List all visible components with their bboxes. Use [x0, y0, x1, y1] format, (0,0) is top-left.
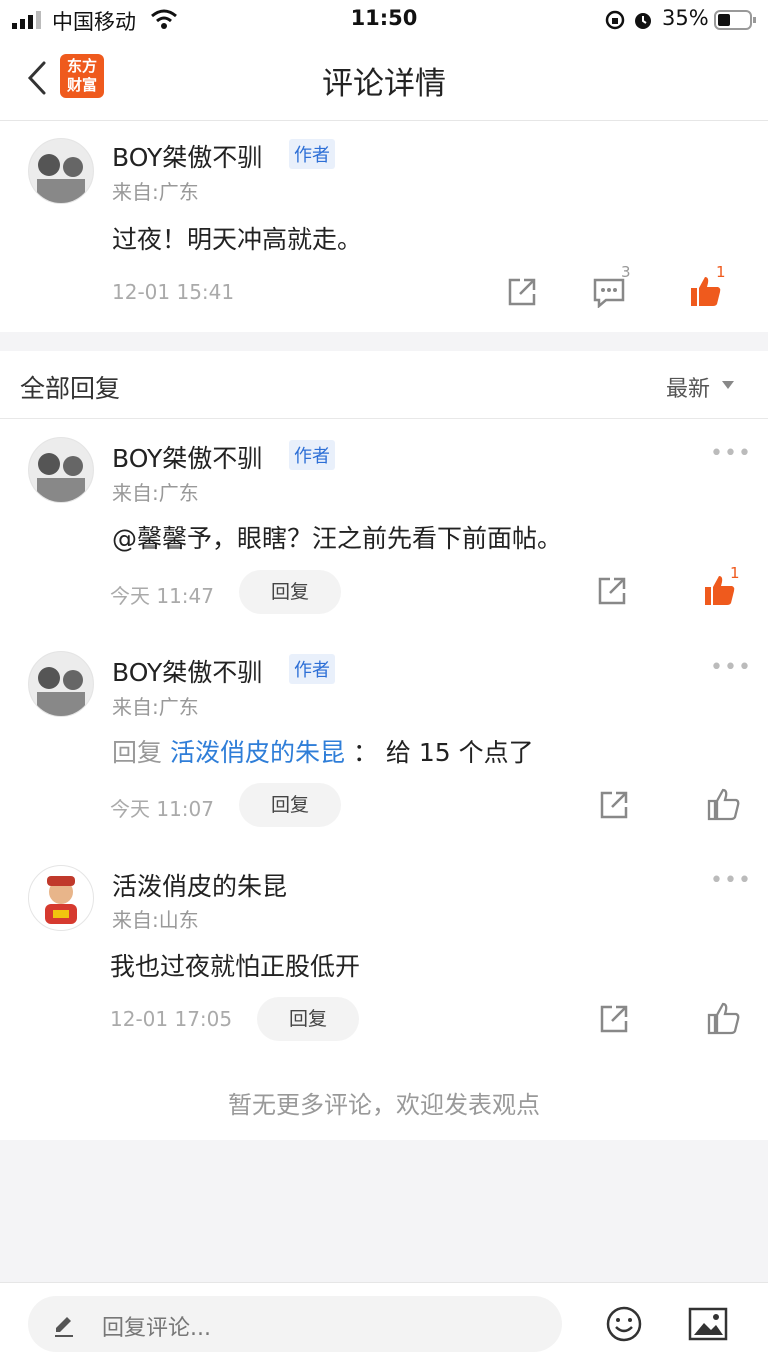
author-name[interactable]: BOY桀傲不驯 — [112, 138, 262, 174]
reply-content: @馨馨予，眼瞎？汪之前先看下前面帖。 — [112, 524, 563, 553]
like-count: 1 — [716, 263, 726, 281]
pencil-icon — [55, 1317, 73, 1337]
reply-button[interactable]: 回复 — [239, 570, 341, 614]
post-content: 过夜！明天冲高就走。 — [112, 225, 363, 254]
comment-placeholder: 回复评论... — [102, 1316, 211, 1341]
battery-icon — [714, 10, 756, 30]
reply-to-user-link[interactable]: 活泼俏皮的朱昆 — [170, 738, 345, 767]
divider — [0, 418, 768, 419]
share-icon[interactable] — [596, 575, 628, 607]
caret-down-icon[interactable] — [722, 381, 734, 391]
more-icon[interactable]: ••• — [710, 868, 752, 893]
share-icon[interactable] — [506, 276, 538, 308]
avatar[interactable] — [28, 651, 94, 717]
reply-prefix: 回复 — [112, 738, 163, 767]
author-name[interactable]: 活泼俏皮的朱昆 — [112, 867, 287, 903]
reply-time: 今天 11:07 — [110, 797, 214, 821]
more-icon[interactable]: ••• — [710, 655, 752, 680]
more-icon[interactable]: ••• — [710, 441, 752, 466]
like-count: 1 — [730, 564, 740, 582]
avatar[interactable] — [28, 437, 94, 503]
image-icon[interactable] — [688, 1307, 728, 1341]
like-icon[interactable] — [706, 787, 740, 821]
comment-input[interactable]: 回复评论... — [28, 1296, 562, 1352]
status-bar: 中国移动 11:50 35% — [0, 0, 768, 40]
avatar[interactable] — [28, 138, 94, 204]
alarm-icon — [635, 13, 651, 29]
comment-count: 3 — [621, 263, 631, 281]
battery-percent: 35% — [662, 6, 709, 30]
reply-content: 给 15 个点了 — [385, 738, 534, 767]
location: 来自:广东 — [112, 481, 199, 505]
reply-time: 今天 11:47 — [110, 584, 214, 608]
post-time: 12-01 15:41 — [112, 280, 235, 304]
reply-time: 12-01 17:05 — [110, 1007, 233, 1031]
nav-bar: 东方 财富 评论详情 — [0, 40, 768, 121]
replies-title: 全部回复 — [20, 374, 121, 403]
reply-button[interactable]: 回复 — [239, 783, 341, 827]
reply-content: 我也过夜就怕正股低开 — [110, 952, 361, 981]
reply-content-line: 回复 活泼俏皮的朱昆 ： 给 15 个点了 — [112, 733, 534, 769]
author-name[interactable]: BOY桀傲不驯 — [112, 653, 262, 689]
reply-separator: ： — [352, 738, 378, 767]
reply-button[interactable]: 回复 — [257, 997, 359, 1041]
rotation-lock-icon — [605, 10, 625, 30]
bottom-bar: 回复评论... — [0, 1282, 768, 1367]
avatar[interactable] — [28, 865, 94, 931]
author-tag: 作者 — [289, 139, 335, 169]
sort-dropdown[interactable]: 最新 — [666, 371, 710, 403]
no-more-comments-note: 暂无更多评论，欢迎发表观点 — [228, 1091, 540, 1119]
author-name[interactable]: BOY桀傲不驯 — [112, 439, 262, 475]
location: 来自:山东 — [112, 908, 199, 932]
share-icon[interactable] — [598, 789, 630, 821]
page-title: 评论详情 — [322, 66, 446, 102]
author-tag: 作者 — [289, 440, 335, 470]
author-tag: 作者 — [289, 654, 335, 684]
emoji-icon[interactable] — [605, 1305, 643, 1343]
location: 来自:广东 — [112, 695, 199, 719]
like-icon[interactable] — [706, 1001, 740, 1035]
share-icon[interactable] — [598, 1003, 630, 1035]
replies-section: 全部回复 最新 BOY桀傲不驯 作者 ••• 来自:广东 @馨馨予，眼瞎？汪之前… — [0, 351, 768, 1140]
location: 来自:广东 — [112, 180, 199, 204]
main-post: BOY桀傲不驯 作者 来自:广东 过夜！明天冲高就走。 12-01 15:41 … — [0, 121, 768, 332]
